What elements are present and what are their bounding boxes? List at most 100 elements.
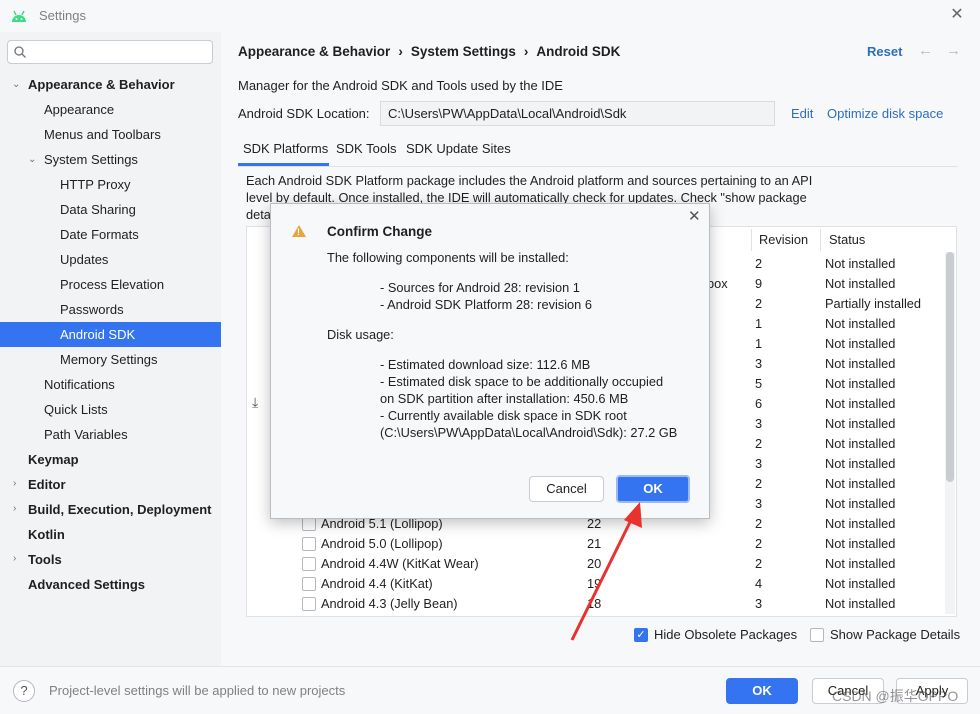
status-cell: Not installed <box>825 536 896 551</box>
dialog-cancel-button[interactable]: Cancel <box>529 476 604 502</box>
breadcrumb-item-current: Android SDK <box>536 44 621 59</box>
search-icon <box>14 46 26 58</box>
chevron-right-icon[interactable]: › <box>13 479 23 489</box>
scrollbar-thumb[interactable] <box>946 252 954 482</box>
sidebar-item-editor[interactable]: Editor <box>28 472 66 497</box>
breadcrumb-item[interactable]: Appearance & Behavior <box>238 44 390 59</box>
sidebar-item-kotlin[interactable]: Kotlin <box>28 522 65 547</box>
forward-arrow-icon[interactable]: → <box>946 42 961 59</box>
edit-link[interactable]: Edit <box>791 106 813 121</box>
revision-cell: 2 <box>755 476 763 491</box>
dialog-disk-line: (C:\Users\PW\AppData\Local\Android\Sdk):… <box>380 425 678 440</box>
table-cell-partial: box <box>707 276 728 291</box>
status-cell: Not installed <box>825 356 896 371</box>
page-description: Manager for the Android SDK and Tools us… <box>238 78 563 93</box>
red-annotation-arrow <box>570 502 642 641</box>
sidebar-item-system-settings[interactable]: System Settings <box>44 147 138 172</box>
sidebar-item-data-sharing[interactable]: Data Sharing <box>60 197 136 222</box>
column-header-revision[interactable]: Revision <box>759 232 808 247</box>
status-cell: Not installed <box>825 416 896 431</box>
sidebar-item-memory-settings[interactable]: Memory Settings <box>60 347 158 372</box>
dialog-close-icon[interactable]: ✕ <box>688 207 701 225</box>
sidebar-item-quick-lists[interactable]: Quick Lists <box>44 397 108 422</box>
status-cell: Not installed <box>825 576 896 591</box>
hide-obsolete-label[interactable]: Hide Obsolete Packages <box>654 627 797 642</box>
watermark: CSDN @振华OPPO <box>832 688 959 704</box>
dialog-ok-button[interactable]: OK <box>616 475 690 503</box>
tab-sdk-tools[interactable]: SDK Tools <box>336 141 396 156</box>
sdk-location-label: Android SDK Location: <box>238 106 370 121</box>
sidebar-item-android-sdk[interactable]: Android SDK <box>0 322 221 347</box>
revision-cell: 1 <box>755 316 763 331</box>
sidebar-item-updates[interactable]: Updates <box>60 247 108 272</box>
column-divider <box>751 229 752 251</box>
sidebar-item-appearance[interactable]: Appearance <box>44 97 114 122</box>
sidebar-item-tools[interactable]: Tools <box>28 547 62 572</box>
revision-cell: 6 <box>755 396 763 411</box>
platform-name: Android 4.3 (Jelly Bean) <box>321 596 458 611</box>
close-icon[interactable]: ✕ <box>948 6 966 24</box>
sidebar-item-process-elevation[interactable]: Process Elevation <box>60 272 164 297</box>
row-checkbox[interactable] <box>302 537 316 551</box>
show-package-details-checkbox[interactable] <box>810 628 824 642</box>
status-cell: Not installed <box>825 336 896 351</box>
optimize-disk-space-link[interactable]: Optimize disk space <box>827 106 943 121</box>
show-package-details-label[interactable]: Show Package Details <box>830 627 960 642</box>
chevron-right-icon[interactable]: › <box>13 504 23 514</box>
column-header-status[interactable]: Status <box>829 232 865 247</box>
chevron-down-icon[interactable]: ⌄ <box>12 80 22 90</box>
status-cell: Not installed <box>825 476 896 491</box>
sidebar-item-advanced-settings[interactable]: Advanced Settings <box>28 572 145 597</box>
revision-cell: 3 <box>755 456 763 471</box>
sdk-location-field[interactable]: C:\Users\PW\AppData\Local\Android\Sdk <box>380 101 775 126</box>
description-line: Each Android SDK Platform package includ… <box>246 173 813 188</box>
back-arrow-icon[interactable]: ← <box>918 42 933 59</box>
sidebar-item-keymap[interactable]: Keymap <box>28 447 79 472</box>
sidebar-item-path-variables[interactable]: Path Variables <box>44 422 128 447</box>
breadcrumb-separator: › <box>523 44 529 59</box>
status-cell: Not installed <box>825 596 896 611</box>
row-checkbox[interactable] <box>302 597 316 611</box>
sidebar-item-menus-toolbars[interactable]: Menus and Toolbars <box>44 122 161 147</box>
sidebar-item-http-proxy[interactable]: HTTP Proxy <box>60 172 131 197</box>
row-checkbox[interactable] <box>302 517 316 531</box>
dialog-disk-usage-label: Disk usage: <box>327 327 394 342</box>
chevron-right-icon[interactable]: › <box>13 554 23 564</box>
revision-cell: 9 <box>755 276 763 291</box>
dialog-component: - Android SDK Platform 28: revision 6 <box>380 297 592 312</box>
column-divider <box>820 229 821 251</box>
sidebar-item-notifications[interactable]: Notifications <box>44 372 115 397</box>
platform-name: Android 4.4 (KitKat) <box>321 576 433 591</box>
revision-cell: 2 <box>755 256 763 271</box>
status-cell: Not installed <box>825 496 896 511</box>
help-icon[interactable]: ? <box>13 680 35 702</box>
breadcrumb-separator: › <box>398 44 403 59</box>
status-cell: Not installed <box>825 516 896 531</box>
platform-name: Android 5.0 (Lollipop) <box>321 536 443 551</box>
dialog-disk-line: - Estimated download size: 112.6 MB <box>380 357 591 372</box>
dialog-disk-line: on SDK partition after installation: 450… <box>380 391 629 406</box>
dialog-intro: The following components will be install… <box>327 250 569 265</box>
revision-cell: 2 <box>755 556 763 571</box>
tab-sdk-platforms[interactable]: SDK Platforms <box>243 141 328 156</box>
status-cell: Not installed <box>825 376 896 391</box>
chevron-down-icon[interactable]: ⌄ <box>28 155 38 165</box>
sidebar-item-appearance-behavior[interactable]: Appearance & Behavior <box>28 72 175 97</box>
footer-note: Project-level settings will be applied t… <box>49 683 346 698</box>
tab-sdk-update-sites[interactable]: SDK Update Sites <box>406 141 511 156</box>
row-checkbox[interactable] <box>302 577 316 591</box>
breadcrumb-item[interactable]: System Settings <box>411 44 516 59</box>
status-cell: Not installed <box>825 316 896 331</box>
warning-icon-mark: ! <box>297 227 300 237</box>
sidebar-item-build-execution-deployment[interactable]: Build, Execution, Deployment <box>28 497 211 522</box>
reset-link[interactable]: Reset <box>867 44 902 59</box>
sidebar-item-date-formats[interactable]: Date Formats <box>60 222 139 247</box>
settings-search-input[interactable] <box>7 40 213 64</box>
ok-button[interactable]: OK <box>726 678 798 704</box>
tab-separator <box>238 166 958 167</box>
row-checkbox[interactable] <box>302 557 316 571</box>
revision-cell: 3 <box>755 356 763 371</box>
status-cell: Not installed <box>825 436 896 451</box>
dialog-disk-line: - Currently available disk space in SDK … <box>380 408 627 423</box>
sidebar-item-passwords[interactable]: Passwords <box>60 297 124 322</box>
